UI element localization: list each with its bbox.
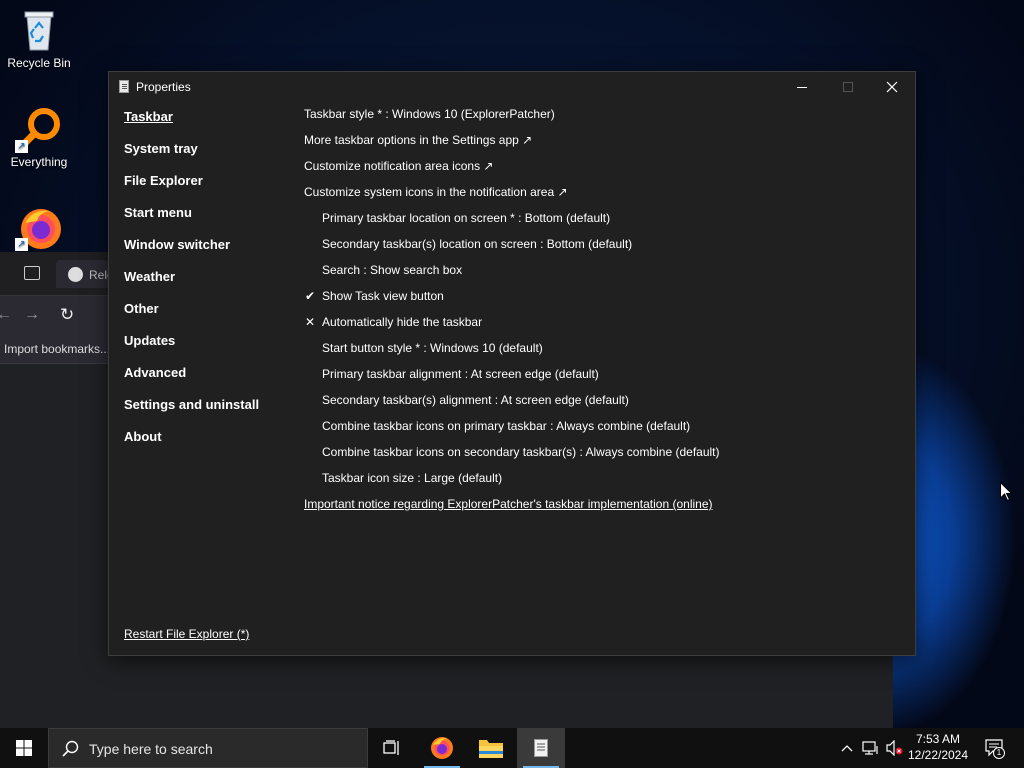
back-arrow-icon[interactable]: ← xyxy=(0,306,12,324)
option-secondary-taskbar-alignment[interactable]: Secondary taskbar(s) alignment : At scre… xyxy=(322,393,629,407)
option-combine-secondary[interactable]: Combine taskbar icons on secondary taskb… xyxy=(322,445,720,459)
show-hidden-icons-chevron-icon[interactable] xyxy=(838,738,856,758)
title-bar[interactable]: Properties xyxy=(109,72,915,102)
maximize-button[interactable] xyxy=(825,72,871,102)
desktop-icon-label: Everything xyxy=(10,155,68,169)
sidebar-item-taskbar[interactable]: Taskbar xyxy=(124,109,173,124)
desktop-icon-everything[interactable]: ↗ Everything xyxy=(1,105,77,169)
clock-date: 12/22/2024 xyxy=(907,748,969,762)
sidebar-item-other[interactable]: Other xyxy=(124,301,159,316)
clock-time: 7:53 AM xyxy=(915,732,961,746)
minimize-button[interactable] xyxy=(779,72,825,102)
checkmark-icon: ✔ xyxy=(305,289,316,303)
cross-icon: ✕ xyxy=(305,315,316,329)
firefox-icon xyxy=(431,737,453,759)
start-button[interactable] xyxy=(0,728,48,768)
sidebar-item-updates[interactable]: Updates xyxy=(124,333,175,348)
properties-window: Properties Taskbar System tray File Expl… xyxy=(108,71,916,656)
taskbar-clock[interactable]: 7:53 AM 12/22/2024 xyxy=(902,731,974,763)
option-primary-taskbar-location[interactable]: Primary taskbar location on screen * : B… xyxy=(322,211,610,225)
shortcut-arrow-icon: ↗ xyxy=(15,238,28,251)
sidebar-item-window-switcher[interactable]: Window switcher xyxy=(124,237,230,252)
sidebar-item-system-tray[interactable]: System tray xyxy=(124,141,198,156)
folder-icon xyxy=(479,740,503,758)
task-view-icon xyxy=(383,740,399,755)
option-notification-area-icons-link[interactable]: Customize notification area icons ↗ xyxy=(304,159,493,173)
option-search[interactable]: Search : Show search box xyxy=(322,263,462,277)
desktop-icon-label: Recycle Bin xyxy=(7,56,71,70)
restart-file-explorer-link[interactable]: Restart File Explorer (*) xyxy=(124,627,249,641)
option-system-icons-link[interactable]: Customize system icons in the notificati… xyxy=(304,185,568,199)
shortcut-arrow-icon: ↗ xyxy=(15,140,28,153)
option-start-button-style[interactable]: Start button style * : Windows 10 (defau… xyxy=(322,341,543,355)
notification-count-badge: 1 xyxy=(993,747,1005,759)
task-view-button[interactable] xyxy=(368,728,416,768)
taskbar-properties-button[interactable] xyxy=(517,728,565,768)
windows-logo-icon xyxy=(16,740,32,756)
mouse-pointer-icon xyxy=(1000,482,1012,501)
sidebar-item-weather[interactable]: Weather xyxy=(124,269,175,284)
action-center-button[interactable]: 1 xyxy=(983,738,1007,759)
recycle-bin-icon xyxy=(15,6,63,54)
option-auto-hide-taskbar[interactable]: Automatically hide the taskbar xyxy=(322,315,482,329)
firefox-icon: ↗ xyxy=(15,203,63,251)
maximize-icon xyxy=(843,82,853,92)
github-icon xyxy=(68,267,83,282)
option-primary-taskbar-alignment[interactable]: Primary taskbar alignment : At screen ed… xyxy=(322,367,599,381)
taskbar-firefox-button[interactable] xyxy=(418,728,466,768)
reload-icon[interactable]: ↻ xyxy=(60,305,74,325)
app-document-icon xyxy=(119,80,129,93)
taskbar-search-box[interactable]: Type here to search xyxy=(48,728,368,768)
sidebar-item-advanced[interactable]: Advanced xyxy=(124,365,186,380)
taskbar: Type here to search 7:53 AM 12/22/2024 1 xyxy=(0,728,1024,768)
tab-overview-icon[interactable] xyxy=(24,266,40,280)
sidebar-item-start-menu[interactable]: Start menu xyxy=(124,205,192,220)
sidebar-item-settings-and-uninstall[interactable]: Settings and uninstall xyxy=(124,397,259,412)
window-title: Properties xyxy=(136,80,191,94)
option-taskbar-style[interactable]: Taskbar style * : Windows 10 (ExplorerPa… xyxy=(304,107,555,121)
taskbar-file-explorer-button[interactable] xyxy=(467,728,515,768)
important-notice-link[interactable]: Important notice regarding ExplorerPatch… xyxy=(304,497,713,511)
option-show-task-view-button[interactable]: Show Task view button xyxy=(322,289,444,303)
close-icon xyxy=(886,81,898,93)
minimize-icon xyxy=(797,86,807,88)
option-more-taskbar-settings-link[interactable]: More taskbar options in the Settings app… xyxy=(304,133,532,147)
option-secondary-taskbar-location[interactable]: Secondary taskbar(s) location on screen … xyxy=(322,237,632,251)
network-icon[interactable] xyxy=(862,738,880,758)
sidebar-item-about[interactable]: About xyxy=(124,429,162,444)
option-combine-primary[interactable]: Combine taskbar icons on primary taskbar… xyxy=(322,419,690,433)
option-taskbar-icon-size[interactable]: Taskbar icon size : Large (default) xyxy=(322,471,502,485)
sidebar-item-file-explorer[interactable]: File Explorer xyxy=(124,173,203,188)
close-button[interactable] xyxy=(869,72,915,102)
browser-tab[interactable]: Rele xyxy=(56,260,114,288)
everything-search-icon: ↗ xyxy=(15,105,63,153)
import-bookmarks-link[interactable]: Import bookmarks... xyxy=(4,342,110,356)
desktop-icon-recycle-bin[interactable]: Recycle Bin xyxy=(1,6,77,70)
properties-document-icon xyxy=(534,739,548,757)
desktop-icon-firefox[interactable]: ↗ xyxy=(1,203,77,253)
forward-arrow-icon[interactable]: → xyxy=(24,306,40,324)
search-icon xyxy=(62,740,79,757)
search-placeholder: Type here to search xyxy=(89,741,213,757)
